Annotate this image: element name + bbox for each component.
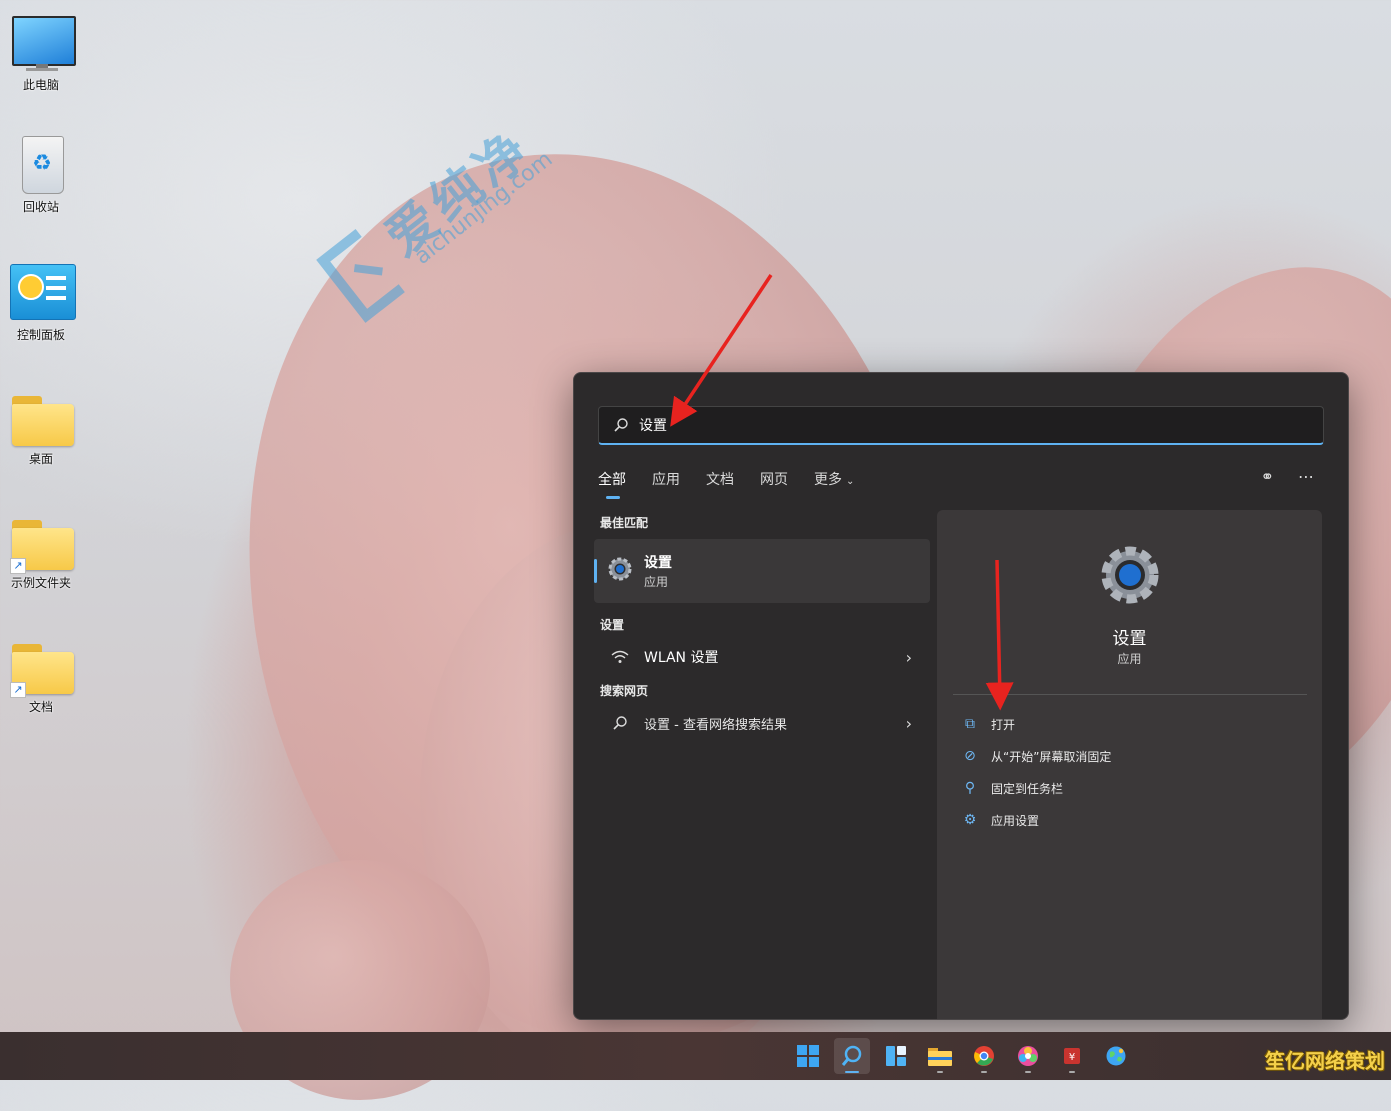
control-panel-icon (8, 262, 76, 322)
tab-web[interactable]: 网页 (760, 469, 788, 489)
action-label: 从“开始”屏幕取消固定 (991, 749, 1112, 764)
globe-icon[interactable] (1098, 1038, 1134, 1074)
desktop-icon-sample-folder[interactable]: ↗ 示例文件夹 (4, 510, 78, 591)
best-match-subtitle: 应用 (644, 575, 669, 589)
result-label: 设置 - 查看网络搜索结果 (644, 717, 787, 733)
monitor-icon (8, 12, 76, 72)
account-switch-icon[interactable]: ⚭ (1261, 467, 1274, 486)
section-heading-settings: 设置 (600, 618, 625, 632)
taskbar: ¥ 笙亿网络策划 (0, 1032, 1391, 1080)
desktop-icon-documents[interactable]: ↗ 文档 (4, 634, 78, 715)
desktop-icon-label: 此电脑 (22, 78, 59, 92)
search-toolbar: ⚭ ⋯ (1261, 467, 1314, 486)
photos-icon[interactable] (1010, 1038, 1046, 1074)
more-options-icon[interactable]: ⋯ (1298, 467, 1314, 486)
action-label: 应用设置 (991, 813, 1040, 828)
search-box[interactable] (598, 406, 1324, 445)
unpin-icon: ⊘ (964, 748, 976, 764)
pin-icon: ⚲ (964, 780, 976, 796)
chevron-right-icon: › (905, 713, 912, 733)
desktop-icon-label: 桌面 (28, 452, 53, 466)
folder-shortcut-icon: ↗ (8, 510, 74, 574)
wifi-icon (610, 647, 630, 667)
file-explorer-icon[interactable] (922, 1038, 958, 1074)
result-wlan-settings[interactable]: WLAN 设置 › (594, 637, 930, 677)
chevron-right-icon: › (905, 647, 912, 667)
result-label: WLAN 设置 (644, 650, 719, 666)
best-match-title: 设置 (644, 555, 672, 571)
svg-text:¥: ¥ (1069, 1052, 1075, 1063)
best-match-result[interactable]: 设置 应用 (594, 539, 930, 603)
selection-indicator (594, 559, 597, 583)
detail-subtitle: 应用 (1117, 652, 1142, 666)
gear-icon: ⚙ (963, 812, 977, 828)
shortcut-arrow-icon: ↗ (10, 558, 26, 574)
chrome-icon[interactable] (966, 1038, 1002, 1074)
desktop-icon-recycle-bin[interactable]: ♻ 回收站 (4, 134, 78, 215)
search-flyout: 全部 应用 文档 网页 更多 ⌄ ⚭ ⋯ 最佳匹配 设置 应用 设置 WLAN 设… (573, 372, 1349, 1020)
desktop-icon-control-panel[interactable]: 控制面板 (4, 262, 78, 343)
action-pin-taskbar[interactable]: ⚲ 固定到任务栏 (961, 772, 1111, 804)
detail-pane: 设置 应用 ⧉ 打开 ⊘ 从“开始”屏幕取消固定 ⚲ 固定到任务栏 ⚙ 应用设置 (937, 510, 1322, 1019)
search-icon (614, 418, 628, 432)
search-input[interactable] (637, 416, 1241, 434)
action-label: 固定到任务栏 (991, 781, 1064, 796)
tab-more[interactable]: 更多 ⌄ (814, 469, 854, 489)
app-icon[interactable]: ¥ (1054, 1038, 1090, 1074)
section-heading-web: 搜索网页 (600, 684, 649, 698)
desktop-icon-label: 回收站 (22, 200, 59, 214)
widgets-icon[interactable] (878, 1038, 914, 1074)
search-icon[interactable] (834, 1038, 870, 1074)
folder-shortcut-icon: ↗ (8, 634, 74, 698)
search-icon (610, 713, 630, 733)
taskbar-icons: ¥ (790, 1038, 1134, 1074)
chevron-down-icon: ⌄ (846, 476, 855, 487)
desktop-icon-desktop-folder[interactable]: 桌面 (4, 386, 78, 467)
recycle-bin-icon: ♻ (8, 134, 74, 194)
desktop-icon-label: 控制面板 (16, 328, 65, 342)
shortcut-arrow-icon: ↗ (10, 682, 26, 698)
detail-title: 设置 (1112, 629, 1147, 649)
gear-icon (608, 557, 632, 581)
result-web-search[interactable]: 设置 - 查看网络搜索结果 › (594, 703, 930, 743)
folder-icon (8, 386, 74, 446)
windows-start-icon[interactable] (790, 1038, 826, 1074)
tab-more-label: 更多 (814, 472, 842, 488)
settings-app-icon (1101, 546, 1159, 604)
corner-watermark: 笙亿网络策划 (1265, 1049, 1385, 1073)
detail-actions: ⧉ 打开 ⊘ 从“开始”屏幕取消固定 ⚲ 固定到任务栏 ⚙ 应用设置 (961, 708, 1112, 836)
action-app-settings[interactable]: ⚙ 应用设置 (961, 804, 1111, 836)
tab-documents[interactable]: 文档 (706, 469, 734, 489)
results-list: 最佳匹配 设置 应用 设置 WLAN 设置 › 搜索网页 设置 - 查看网络搜索… (594, 511, 930, 743)
search-tabs: 全部 应用 文档 网页 更多 ⌄ (598, 469, 880, 499)
tab-all[interactable]: 全部 (598, 469, 626, 499)
action-label: 打开 (991, 717, 1016, 732)
divider (953, 694, 1307, 695)
section-heading-best-match: 最佳匹配 (600, 516, 649, 530)
action-open[interactable]: ⧉ 打开 (961, 708, 1111, 740)
tab-apps[interactable]: 应用 (652, 469, 680, 489)
desktop-icon-label: 文档 (28, 700, 53, 714)
desktop-icon-this-pc[interactable]: 此电脑 (4, 12, 78, 93)
open-external-icon: ⧉ (965, 716, 975, 732)
action-unpin-start[interactable]: ⊘ 从“开始”屏幕取消固定 (961, 740, 1111, 772)
desktop-icon-label: 示例文件夹 (10, 576, 71, 590)
